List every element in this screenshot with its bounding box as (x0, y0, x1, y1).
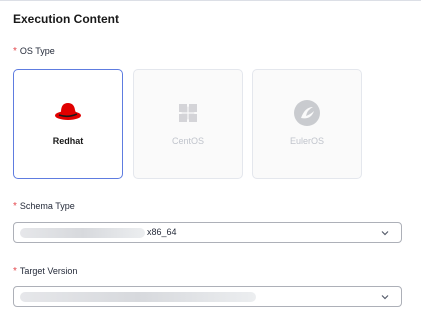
os-option-centos[interactable]: CentOS (133, 69, 243, 179)
schema-type-label-text: Schema Type (19, 201, 75, 211)
target-version-select[interactable] (13, 286, 402, 307)
chevron-down-icon (381, 295, 389, 300)
required-mark: * (13, 266, 17, 277)
top-divider (0, 0, 421, 1)
os-type-label: * OS Type (13, 46, 55, 57)
schema-type-label: * Schema Type (13, 201, 75, 212)
os-option-name: EulerOS (289, 136, 324, 146)
redhat-icon (51, 96, 85, 130)
redacted-text (20, 228, 145, 238)
euleros-icon (290, 96, 324, 130)
required-mark: * (13, 46, 17, 57)
redacted-text (20, 292, 256, 302)
target-version-label: * Target Version (13, 266, 77, 277)
os-type-label-text: OS Type (19, 46, 55, 56)
schema-type-value: x86_64 (147, 227, 177, 237)
section-title: Execution Content (13, 12, 120, 26)
chevron-down-icon (381, 231, 389, 236)
os-option-redhat[interactable]: Redhat (13, 69, 123, 179)
os-option-euleros[interactable]: EulerOS (252, 69, 362, 179)
schema-type-select[interactable]: x86_64 (13, 222, 402, 243)
centos-icon (171, 96, 205, 130)
os-option-name: Redhat (52, 136, 84, 146)
required-mark: * (13, 201, 17, 212)
target-version-label-text: Target Version (19, 266, 78, 276)
os-option-name: CentOS (171, 136, 204, 146)
